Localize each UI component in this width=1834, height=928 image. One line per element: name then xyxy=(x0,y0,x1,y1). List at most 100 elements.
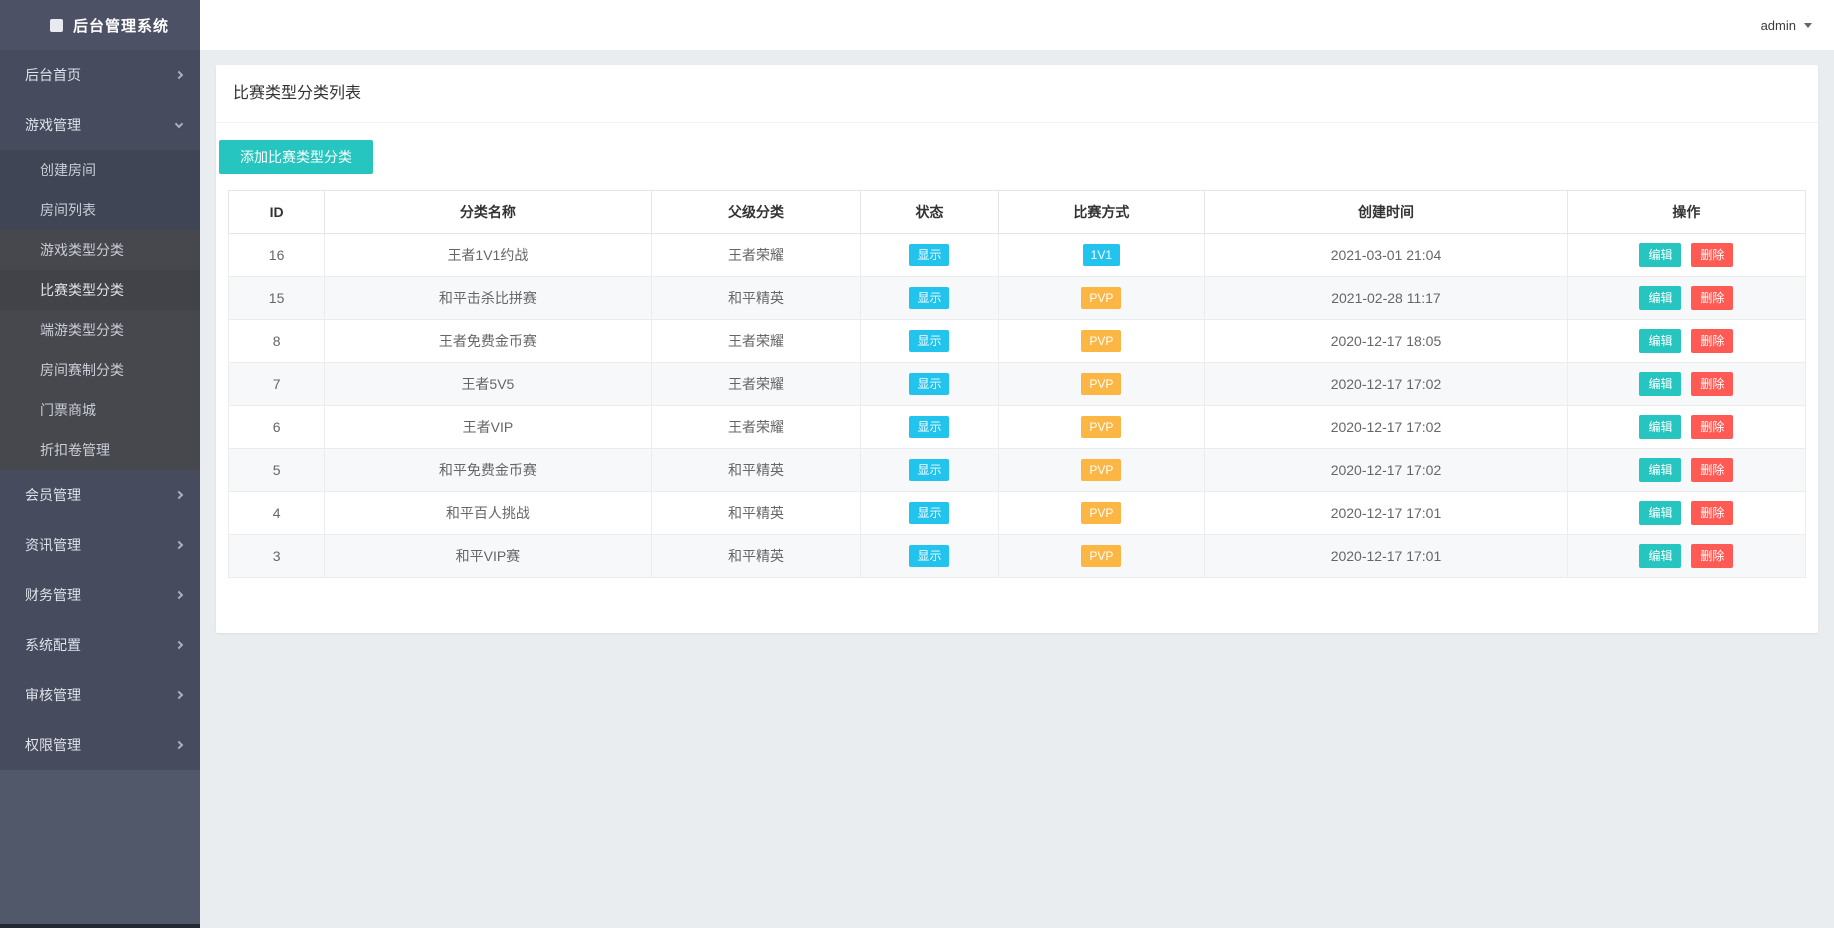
sidebar-item-permission-management[interactable]: 权限管理 xyxy=(0,720,200,770)
chevron-down-icon xyxy=(175,119,183,127)
cell-status: 显示 xyxy=(861,492,998,535)
sidebar-item-client-game-category[interactable]: 端游类型分类 xyxy=(0,310,200,350)
delete-button[interactable]: 删除 xyxy=(1691,243,1733,267)
list-card: 比赛类型分类列表 添加比赛类型分类 ID 分类名称 父级分类 xyxy=(216,65,1818,633)
column-header-name: 分类名称 xyxy=(325,191,651,234)
edit-button[interactable]: 编辑 xyxy=(1639,415,1681,439)
sidebar-item-finance-management[interactable]: 财务管理 xyxy=(0,570,200,620)
cell-actions: 编辑 删除 xyxy=(1567,234,1805,277)
cell-actions: 编辑 删除 xyxy=(1567,535,1805,578)
chevron-right-icon xyxy=(175,591,183,599)
cell-name: 和平击杀比拼赛 xyxy=(325,277,651,320)
column-header-mode: 比赛方式 xyxy=(998,191,1205,234)
cell-mode: PVP xyxy=(998,363,1205,406)
cell-id: 4 xyxy=(229,492,325,535)
sidebar-item-label: 审核管理 xyxy=(25,685,81,705)
cell-actions: 编辑 删除 xyxy=(1567,449,1805,492)
cell-created: 2021-03-01 21:04 xyxy=(1205,234,1568,277)
cell-name: 王者1V1约战 xyxy=(325,234,651,277)
username: admin xyxy=(1761,18,1796,33)
sidebar-item-game-type-category[interactable]: 游戏类型分类 xyxy=(0,230,200,270)
cell-id: 6 xyxy=(229,406,325,449)
sidebar: 后台管理系统 后台首页 游戏管理 创建房间 房间列表 游戏类型分类 比赛类型分类… xyxy=(0,0,200,928)
edit-button[interactable]: 编辑 xyxy=(1639,544,1681,568)
cell-status: 显示 xyxy=(861,277,998,320)
edit-button[interactable]: 编辑 xyxy=(1639,243,1681,267)
edit-button[interactable]: 编辑 xyxy=(1639,329,1681,353)
column-header-parent: 父级分类 xyxy=(651,191,861,234)
sidebar-item-room-format-category[interactable]: 房间赛制分类 xyxy=(0,350,200,390)
delete-button[interactable]: 删除 xyxy=(1691,329,1733,353)
topbar: admin xyxy=(200,0,1834,50)
cell-mode: PVP xyxy=(998,449,1205,492)
content: 比赛类型分类列表 添加比赛类型分类 ID 分类名称 父级分类 xyxy=(200,50,1834,928)
cell-created: 2020-12-17 17:02 xyxy=(1205,406,1568,449)
delete-button[interactable]: 删除 xyxy=(1691,458,1733,482)
status-badge: 显示 xyxy=(909,330,949,352)
match-category-table: ID 分类名称 父级分类 状态 比赛方式 创建时间 操作 16 xyxy=(228,190,1806,578)
chevron-right-icon xyxy=(175,71,183,79)
sidebar-item-discount-coupon[interactable]: 折扣卷管理 xyxy=(0,430,200,470)
cell-actions: 编辑 删除 xyxy=(1567,277,1805,320)
sidebar-item-label: 创建房间 xyxy=(40,160,96,180)
edit-button[interactable]: 编辑 xyxy=(1639,501,1681,525)
cell-parent: 和平精英 xyxy=(651,449,861,492)
cell-mode: PVP xyxy=(998,406,1205,449)
sidebar-item-system-config[interactable]: 系统配置 xyxy=(0,620,200,670)
sidebar-item-audit-management[interactable]: 审核管理 xyxy=(0,670,200,720)
mode-badge: 1V1 xyxy=(1083,244,1120,266)
cell-parent: 和平精英 xyxy=(651,277,861,320)
cell-id: 5 xyxy=(229,449,325,492)
sidebar-item-label: 房间赛制分类 xyxy=(40,360,124,380)
status-badge: 显示 xyxy=(909,287,949,309)
main-area: admin 比赛类型分类列表 添加比赛类型分类 ID xyxy=(200,0,1834,928)
table-row: 7 王者5V5 王者荣耀 显示 PVP 2020-12-17 17:02 编辑 … xyxy=(229,363,1806,406)
sidebar-item-game-management[interactable]: 游戏管理 xyxy=(0,100,200,150)
sidebar-item-member-management[interactable]: 会员管理 xyxy=(0,470,200,520)
sidebar-item-ticket-mall[interactable]: 门票商城 xyxy=(0,390,200,430)
user-menu[interactable]: admin xyxy=(1761,18,1812,33)
cell-name: 王者VIP xyxy=(325,406,651,449)
cell-name: 和平VIP赛 xyxy=(325,535,651,578)
sidebar-item-label: 财务管理 xyxy=(25,585,81,605)
cell-name: 和平百人挑战 xyxy=(325,492,651,535)
cell-mode: PVP xyxy=(998,492,1205,535)
sidebar-item-home[interactable]: 后台首页 xyxy=(0,50,200,100)
sidebar-item-label: 房间列表 xyxy=(40,200,96,220)
status-badge: 显示 xyxy=(909,244,949,266)
cell-created: 2020-12-17 17:01 xyxy=(1205,492,1568,535)
brand-title: 后台管理系统 xyxy=(73,15,169,36)
page-title: 比赛类型分类列表 xyxy=(216,65,1818,123)
cell-status: 显示 xyxy=(861,449,998,492)
delete-button[interactable]: 删除 xyxy=(1691,372,1733,396)
sidebar-item-label: 端游类型分类 xyxy=(40,320,124,340)
sidebar-item-create-room[interactable]: 创建房间 xyxy=(0,150,200,190)
cell-status: 显示 xyxy=(861,320,998,363)
status-badge: 显示 xyxy=(909,545,949,567)
add-category-button[interactable]: 添加比赛类型分类 xyxy=(219,140,373,174)
delete-button[interactable]: 删除 xyxy=(1691,501,1733,525)
cell-id: 7 xyxy=(229,363,325,406)
cell-id: 16 xyxy=(229,234,325,277)
mode-badge: PVP xyxy=(1081,459,1121,481)
sidebar-item-match-type-category[interactable]: 比赛类型分类 xyxy=(0,270,200,310)
edit-button[interactable]: 编辑 xyxy=(1639,372,1681,396)
mode-badge: PVP xyxy=(1081,287,1121,309)
table-header-row: ID 分类名称 父级分类 状态 比赛方式 创建时间 操作 xyxy=(229,191,1806,234)
brand-header: 后台管理系统 xyxy=(0,0,200,50)
cell-actions: 编辑 删除 xyxy=(1567,363,1805,406)
sidebar-item-news-management[interactable]: 资讯管理 xyxy=(0,520,200,570)
column-header-actions: 操作 xyxy=(1567,191,1805,234)
caret-down-icon xyxy=(1804,23,1812,28)
delete-button[interactable]: 删除 xyxy=(1691,286,1733,310)
edit-button[interactable]: 编辑 xyxy=(1639,458,1681,482)
delete-button[interactable]: 删除 xyxy=(1691,415,1733,439)
sidebar-item-label: 系统配置 xyxy=(25,635,81,655)
cell-status: 显示 xyxy=(861,234,998,277)
delete-button[interactable]: 删除 xyxy=(1691,544,1733,568)
edit-button[interactable]: 编辑 xyxy=(1639,286,1681,310)
sidebar-item-room-list[interactable]: 房间列表 xyxy=(0,190,200,230)
chevron-right-icon xyxy=(175,641,183,649)
status-badge: 显示 xyxy=(909,416,949,438)
sidebar-item-label: 门票商城 xyxy=(40,400,96,420)
